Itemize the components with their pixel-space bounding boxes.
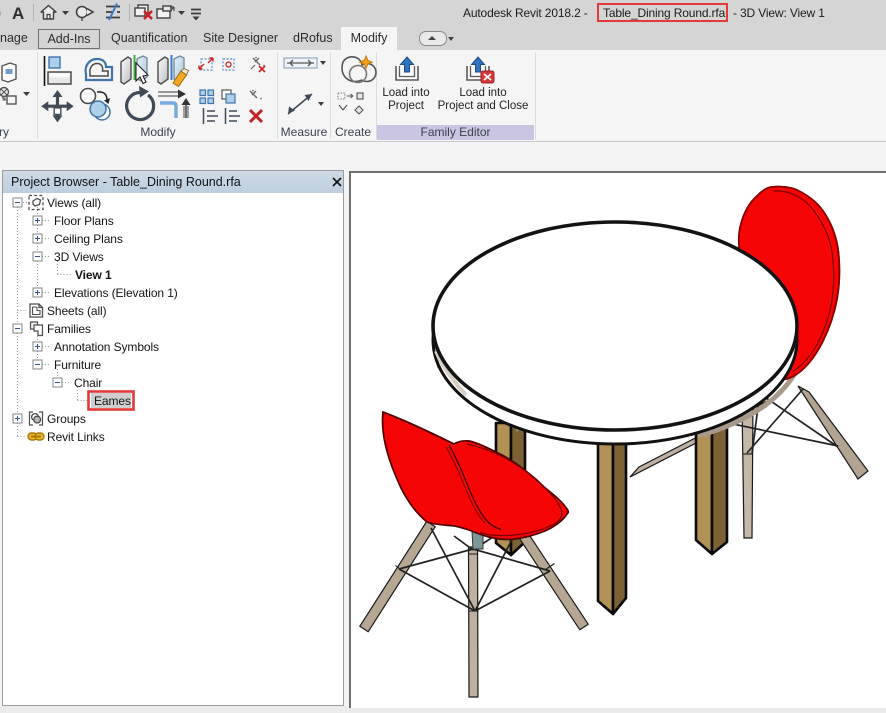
- svg-text:Elevations (Elevation 1): Elevations (Elevation 1): [54, 286, 178, 300]
- svg-text:Views (all): Views (all): [47, 196, 101, 210]
- svg-text:Ceiling Plans: Ceiling Plans: [54, 232, 123, 246]
- svg-text:Sheets (all): Sheets (all): [47, 304, 107, 318]
- svg-text:Groups: Groups: [47, 412, 86, 426]
- svg-text:Annotation Symbols: Annotation Symbols: [54, 340, 159, 354]
- svg-text:Revit Links: Revit Links: [47, 430, 105, 444]
- svg-text:View 1: View 1: [75, 268, 112, 282]
- svg-text:Families: Families: [47, 322, 91, 336]
- svg-text:A: A: [12, 4, 24, 23]
- svg-text:Floor Plans: Floor Plans: [54, 214, 114, 228]
- svg-text:Chair: Chair: [74, 376, 102, 390]
- svg-text:Furniture: Furniture: [54, 358, 102, 372]
- svg-text:3D Views: 3D Views: [54, 250, 104, 264]
- svg-text:Eames: Eames: [94, 394, 131, 408]
